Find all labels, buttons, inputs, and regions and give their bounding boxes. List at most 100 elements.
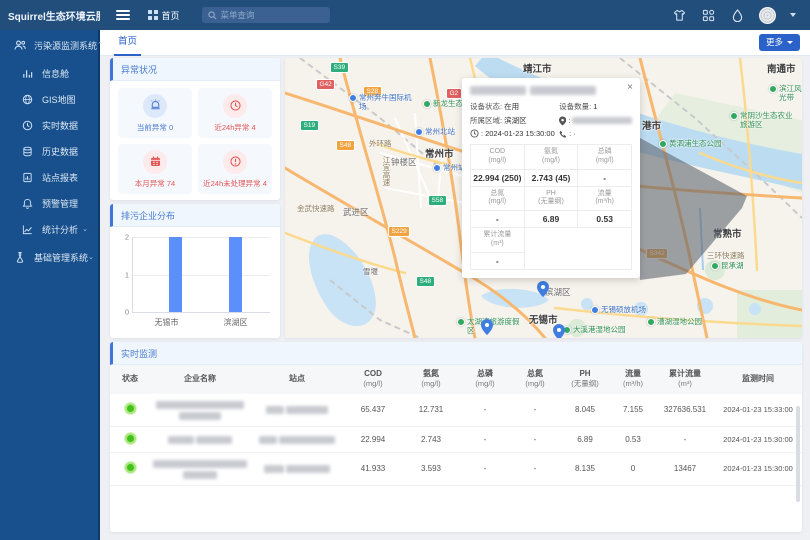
road-badge: S58 <box>428 195 447 206</box>
x-label: 滨湖区 <box>201 317 270 328</box>
device-marker-pin[interactable] <box>553 324 565 338</box>
top-bar: Squirrel生态环境云服务平台 首页 <box>0 0 810 30</box>
map-poi-station[interactable]: 常州站 <box>433 164 466 173</box>
clock-icon <box>470 129 479 138</box>
region-value: 滨湖区 <box>504 115 527 126</box>
realtime-monitor-table: 状态 企业名称 站点 COD(mg/l) 氨氮(mg/l) 总磷(mg/l) 总… <box>110 365 802 486</box>
card-month-abnormal[interactable]: 本月异常 74 <box>118 144 192 194</box>
popup-metrics-table: COD(mg/l) 氨氮(mg/l) 总磷(mg/l) 22.994 (250)… <box>470 144 632 270</box>
card-current-abnormal[interactable]: 当前异常 0 <box>118 88 192 138</box>
breadcrumb[interactable]: 首页 <box>148 9 180 22</box>
breadcrumb-home: 首页 <box>162 9 180 22</box>
sidebar-item-label: 实时数据 <box>42 119 78 132</box>
table-row[interactable]: 22.9942.743 -- 6.890.53 -2024-01-23 15:3… <box>110 426 802 452</box>
company-name-redacted <box>150 452 250 485</box>
card-label: 本月异常 74 <box>135 178 175 189</box>
company-name-redacted <box>150 394 250 427</box>
bar-wuxi <box>169 237 182 312</box>
address-redacted <box>572 117 632 124</box>
sidebar-item-info-hub[interactable]: 信息舱 <box>0 60 98 86</box>
user-avatar[interactable] <box>759 7 776 24</box>
report-icon <box>22 171 35 184</box>
sidebar-item-label: 信息舱 <box>42 67 69 80</box>
sidebar-item-history-data[interactable]: 历史数据 <box>0 138 98 164</box>
map-poi-station[interactable]: 常州北站 <box>415 128 455 137</box>
close-icon[interactable]: × <box>627 82 633 93</box>
chevron-down-icon: ⌄ <box>88 253 94 261</box>
table-scrollbar[interactable] <box>796 406 800 502</box>
alert-circle-icon <box>223 150 247 174</box>
device-status-value: 在用 <box>504 101 519 112</box>
road-badge: S229 <box>388 226 410 237</box>
sidebar-section-label: 基础管理系统 <box>34 251 88 264</box>
device-marker-pin[interactable] <box>481 319 493 335</box>
theme-skin-icon[interactable] <box>672 8 687 23</box>
bar-chart: 2 1 0 <box>132 237 270 313</box>
road-badge: G2 <box>446 88 462 99</box>
map-label-road: 三环快速路 <box>707 250 745 261</box>
panel-title: 异常状况 <box>110 58 280 81</box>
map-poi-park[interactable]: 大溪港湿地公园 <box>563 326 626 335</box>
realtime-monitor-panel: 实时监测 状态 企业名称 站点 COD(mg/l) 氨氮(mg/l) 总磷(mg… <box>110 342 802 532</box>
map-label-district: 武进区 <box>343 206 369 218</box>
company-name-redacted <box>470 86 632 95</box>
panel-title: 实时监测 <box>110 342 802 365</box>
tab-bar: 首页 更多 <box>100 30 810 56</box>
bar-binhu <box>229 237 242 312</box>
sidebar-item-label: 预警管理 <box>42 197 78 210</box>
sidebar-nav: 污染源监测系统 ⌃ 信息舱 GIS地图 实时数据 历史数据 站点报表 预警管理 <box>0 30 100 540</box>
menu-toggle-icon[interactable] <box>116 10 130 20</box>
sidebar-item-station-report[interactable]: 站点报表 <box>0 164 98 190</box>
map-label-road: 江宜高速 <box>381 156 392 186</box>
y-tick: 2 <box>119 233 129 242</box>
map-poi-airport[interactable]: 常州奔牛国际机场 <box>349 94 413 111</box>
sidebar-item-realtime-data[interactable]: 实时数据 <box>0 112 98 138</box>
tab-home[interactable]: 首页 <box>114 30 141 56</box>
map-label-city: 南通市 <box>767 61 796 75</box>
chevron-down-icon: ⌄ <box>82 225 88 233</box>
table-row[interactable]: 65.43712.731 -- 8.0457.155 327636.531202… <box>110 394 802 427</box>
device-count-value: 1 <box>593 102 597 111</box>
monitor-system-icon <box>14 39 27 52</box>
sidebar-section-base-management[interactable]: 基础管理系统 ⌄ <box>0 242 98 272</box>
map-poi-park[interactable]: 黄泗浦生态公园 <box>659 140 722 149</box>
apps-grid-icon[interactable] <box>701 8 716 23</box>
water-drop-icon[interactable] <box>730 8 745 23</box>
map-label-district: 钟楼区 <box>391 156 417 168</box>
popup-time: 2024-01-23 15:30:00 <box>485 129 555 138</box>
abnormal-status-panel: 异常状况 当前异常 0 近24h异常 4 <box>110 58 280 200</box>
map-poi-lake[interactable]: 昆承湖 <box>711 262 744 271</box>
card-label: 近24h未处理异常 4 <box>203 178 267 189</box>
sidebar-item-gis-map[interactable]: GIS地图 <box>0 86 98 112</box>
phone-icon <box>559 130 567 138</box>
app-screen: Squirrel生态环境云服务平台 首页 <box>0 0 810 540</box>
user-menu-chevron-icon[interactable] <box>790 13 796 17</box>
map-poi-park[interactable]: 漕湖湿地公园 <box>647 318 702 327</box>
search-icon <box>208 11 217 20</box>
gis-map[interactable]: 常州市 靖江市 南通市 港市 常熟市 无锡市 钟楼区 武进区 滨湖区 雪堰 外环… <box>285 58 802 338</box>
station-name-redacted <box>250 426 344 452</box>
road-badge: S39 <box>330 62 349 73</box>
x-label: 无锡市 <box>132 317 201 328</box>
card-24h-abnormal[interactable]: 近24h异常 4 <box>198 88 272 138</box>
database-icon <box>22 145 35 158</box>
sidebar-item-statistics[interactable]: 统计分析 ⌄ <box>0 216 98 242</box>
device-marker-pin[interactable] <box>537 281 549 297</box>
card-24h-unhandled-abnormal[interactable]: 近24h未处理异常 4 <box>198 144 272 194</box>
device-count-label: 设备数量: <box>559 101 591 112</box>
more-button[interactable]: 更多 <box>759 34 800 51</box>
station-name-redacted <box>250 394 344 427</box>
map-poi-airport[interactable]: 无锡硕放机场 <box>591 306 646 315</box>
device-info-popup: × 设备状态:在用 设备数量:1 所属区域:滨湖区 : :2024-01-23 … <box>462 78 640 278</box>
map-poi-park[interactable]: 常阴沙生态农业旅游区 <box>730 112 794 129</box>
sidebar-item-alert-management[interactable]: 预警管理 <box>0 190 98 216</box>
flask-icon <box>14 251 27 264</box>
table-row[interactable]: 41.9333.593 -- 8.1350 134672024-01-23 15… <box>110 452 802 485</box>
map-poi-park[interactable]: 滨江风光带 <box>769 85 802 102</box>
search-input[interactable] <box>221 10 324 20</box>
more-button-label: 更多 <box>766 34 783 51</box>
menu-search[interactable] <box>202 7 330 23</box>
status-dot-online <box>125 462 136 473</box>
sidebar-section-pollution-monitor[interactable]: 污染源监测系统 ⌃ <box>0 30 98 60</box>
station-name-redacted <box>250 452 344 485</box>
